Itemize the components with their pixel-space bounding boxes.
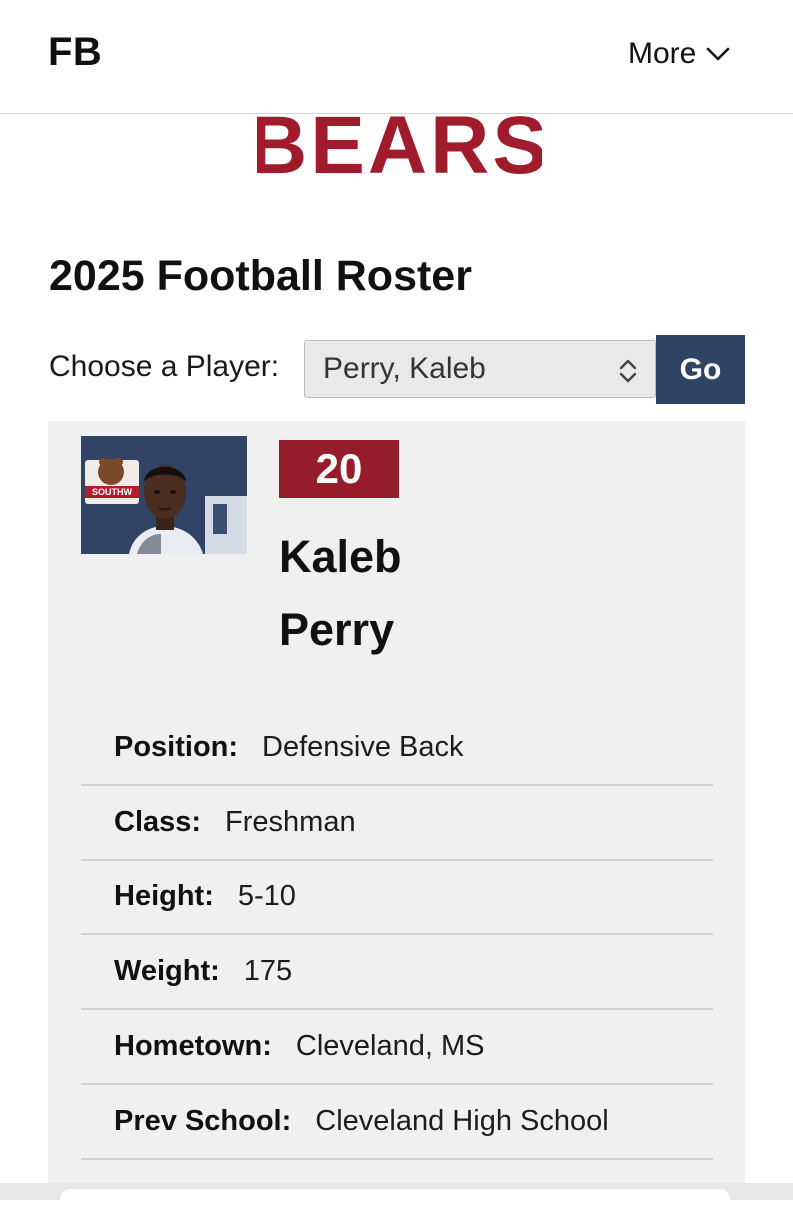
more-menu-button[interactable]: More: [628, 34, 730, 74]
school-logo-icon: SOUTHW: [85, 458, 139, 504]
choose-player-label: Choose a Player:: [49, 350, 280, 383]
player-select[interactable]: Perry, Kaleb: [304, 340, 656, 398]
player-first-name: Kaleb: [279, 531, 402, 582]
detail-label: Position:: [114, 730, 239, 763]
detail-label: Prev School:: [114, 1104, 292, 1137]
team-logo: BEARS: [0, 115, 793, 187]
detail-value: Cleveland High School: [315, 1104, 609, 1137]
site-header: FB More: [0, 0, 793, 114]
detail-label: Weight:: [114, 955, 220, 988]
bears-wordmark: BEARS: [257, 115, 542, 187]
player-last-name: Perry: [279, 604, 395, 655]
player-photo: SOUTHW: [81, 436, 247, 554]
detail-label: Class:: [114, 805, 202, 838]
page-title: 2025 Football Roster: [49, 252, 472, 300]
detail-row-weight: Weight: 175: [81, 935, 713, 1011]
detail-value: 5-10: [237, 880, 296, 913]
chevron-down-icon: [707, 47, 730, 61]
player-select-value: Perry, Kaleb: [323, 352, 486, 385]
browser-bottom-bar: [0, 1183, 793, 1209]
player-card: SOUTHW 20 Kaleb Perry Position: Defensiv…: [48, 421, 745, 1200]
detail-value: 175: [243, 955, 293, 988]
jersey-number-badge: 20: [279, 440, 399, 498]
site-title[interactable]: FB: [48, 30, 102, 75]
detail-row-height: Height: 5-10: [81, 861, 713, 936]
go-button[interactable]: Go: [656, 335, 745, 404]
select-updown-icon: [619, 359, 637, 383]
detail-value: Freshman: [225, 805, 356, 838]
detail-label: Hometown:: [114, 1030, 272, 1063]
detail-value: Defensive Back: [262, 730, 464, 763]
detail-value: Cleveland, MS: [295, 1030, 485, 1063]
detail-label: Height:: [114, 880, 214, 913]
detail-row-position: Position: Defensive Back: [81, 711, 713, 786]
detail-row-hometown: Hometown: Cleveland, MS: [81, 1010, 713, 1085]
svg-text:SOUTHW: SOUTHW: [92, 487, 133, 497]
logo-text: BEARS: [257, 115, 542, 187]
player-details: Position: Defensive Back Class: Freshman…: [81, 711, 713, 1160]
more-label: More: [628, 37, 697, 70]
detail-row-class: Class: Freshman: [81, 786, 713, 861]
detail-row-prev-school: Prev School: Cleveland High School: [81, 1085, 713, 1160]
